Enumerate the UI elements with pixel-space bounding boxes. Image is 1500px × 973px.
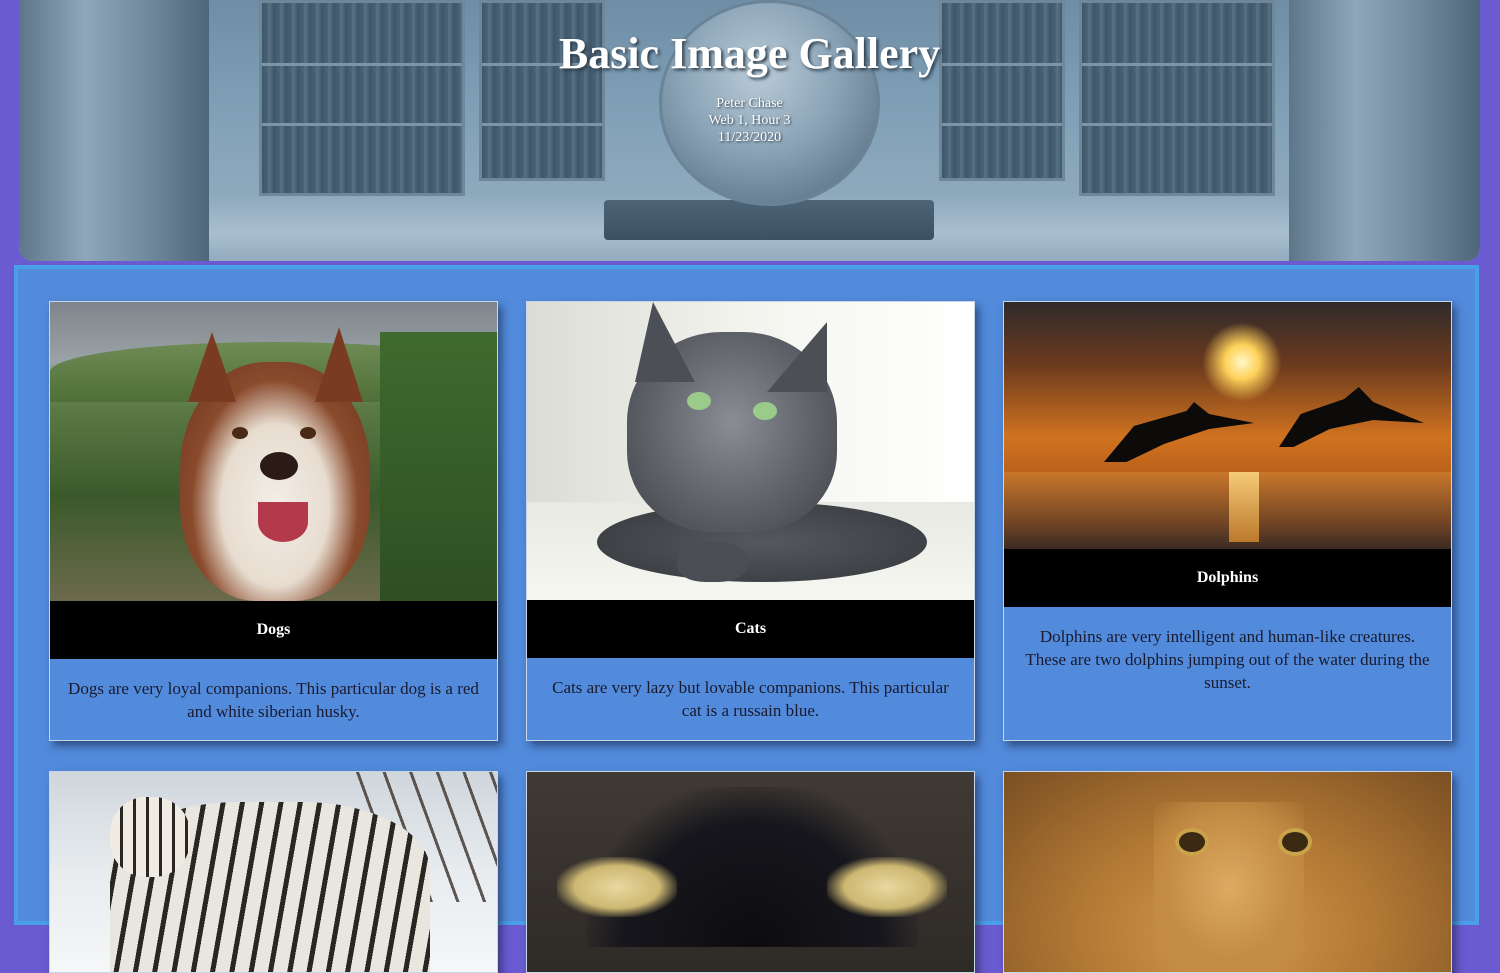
gallery-container: Dogs Dogs are very loyal companions. Thi… (14, 265, 1479, 973)
gallery-card-dolphins: Dolphins Dolphins are very intelligent a… (1003, 301, 1452, 741)
date-label: 11/23/2020 (717, 130, 782, 145)
husky-photo (50, 302, 497, 601)
white-tiger-photo (50, 772, 497, 972)
gallery-card-penguin (526, 771, 975, 973)
author-name: Peter Chase (716, 96, 783, 111)
russian-blue-cat-photo (527, 302, 974, 600)
dolphins-sunset-photo (1004, 302, 1451, 549)
page-title: Basic Image Gallery (558, 29, 941, 78)
penguin-photo (527, 772, 974, 972)
page-header: Basic Image Gallery Peter Chase Web 1, H… (19, 0, 1480, 261)
card-description: Dogs are very loyal companions. This par… (68, 679, 479, 721)
gallery-card-dogs: Dogs Dogs are very loyal companions. Thi… (49, 301, 498, 741)
lion-photo (1004, 772, 1451, 972)
course-label: Web 1, Hour 3 (708, 113, 791, 128)
gallery-card-cats: Cats Cats are very lazy but lovable comp… (526, 301, 975, 741)
card-description: Dolphins are very intelligent and human-… (1025, 627, 1430, 692)
card-description: Cats are very lazy but lovable companion… (552, 678, 949, 720)
card-caption: Dolphins (1004, 549, 1451, 607)
gallery-card-tiger (49, 771, 498, 973)
card-caption: Cats (527, 600, 974, 658)
gallery-card-lion (1003, 771, 1452, 973)
card-caption: Dogs (50, 601, 497, 659)
